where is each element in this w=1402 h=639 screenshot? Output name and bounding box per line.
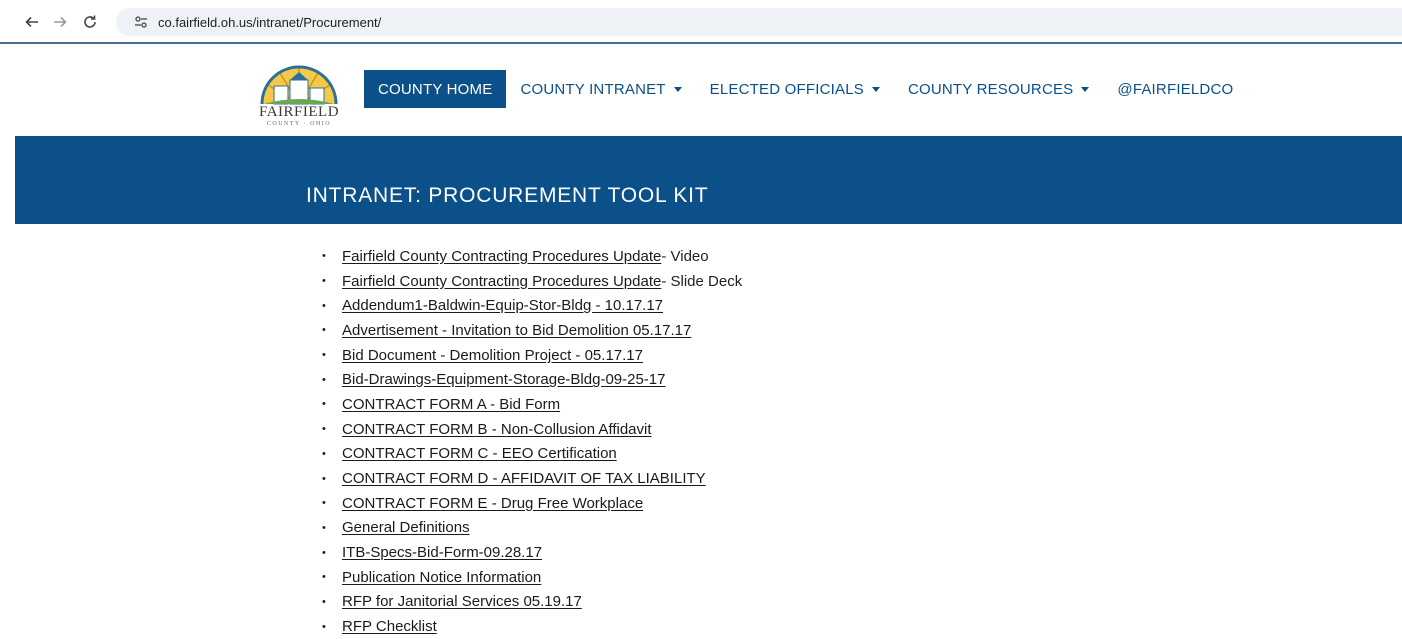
nav-label: COUNTY HOME [378, 80, 493, 98]
document-link[interactable]: Bid-Drawings-Equipment-Storage-Bldg-09-2… [342, 371, 666, 388]
document-link[interactable]: CONTRACT FORM E - Drug Free Workplace [342, 495, 643, 512]
bullet: • [322, 324, 326, 337]
list-item: • CONTRACT FORM E - Drug Free Workplace [322, 491, 742, 516]
list-item: • CONTRACT FORM A - Bid Form [322, 392, 742, 417]
bullet: • [322, 398, 326, 411]
document-link[interactable]: Addendum1-Baldwin-Equip-Stor-Bldg - 10.1… [342, 297, 663, 314]
bullet: • [322, 275, 326, 288]
nav-county-intranet[interactable]: COUNTY INTRANET [506, 70, 695, 108]
document-link[interactable]: CONTRACT FORM D - AFFIDAVIT OF TAX LIABI… [342, 470, 706, 487]
document-link[interactable]: RFP for Janitorial Services 05.19.17 [342, 593, 582, 610]
document-suffix: - Video [661, 247, 709, 265]
back-arrow-icon[interactable] [22, 12, 42, 32]
nav-label: COUNTY INTRANET [520, 80, 666, 98]
bullet: • [322, 447, 326, 460]
document-link[interactable]: RFP Checklist [342, 618, 437, 635]
page-title: INTRANET: PROCUREMENT TOOL KIT [306, 184, 709, 207]
caret-down-icon [673, 86, 682, 92]
caret-down-icon [1081, 86, 1090, 92]
address-bar[interactable]: co.fairfield.oh.us/intranet/Procurement/ [116, 8, 1402, 36]
site-header: FAIRFIELD COUNTY · OHIO COUNTY HOME COUN… [0, 44, 1402, 134]
bullet: • [322, 472, 326, 485]
logo-title: FAIRFIELD [258, 104, 340, 120]
county-logo[interactable]: FAIRFIELD COUNTY · OHIO [254, 54, 344, 130]
list-item: • General Definitions [322, 516, 742, 541]
document-link[interactable]: ITB-Specs-Bid-Form-09.28.17 [342, 544, 542, 561]
document-link[interactable]: CONTRACT FORM C - EEO Certification [342, 445, 617, 462]
list-item: • Addendum1-Baldwin-Equip-Stor-Bldg - 10.… [322, 293, 742, 318]
bullet: • [322, 497, 326, 510]
nav-county-home[interactable]: COUNTY HOME [364, 70, 507, 108]
bullet: • [322, 521, 326, 534]
bullet: • [322, 571, 326, 584]
bullet: • [322, 299, 326, 312]
list-item: • Advertisement - Invitation to Bid Demol… [322, 318, 742, 343]
list-item: • Fairfield County Contracting Procedures… [322, 269, 742, 294]
document-link[interactable]: Fairfield County Contracting Procedures … [342, 248, 661, 265]
logo-emblem-icon [260, 65, 338, 105]
document-link[interactable]: General Definitions [342, 519, 470, 536]
reload-icon[interactable] [80, 12, 100, 32]
document-link[interactable]: Fairfield County Contracting Procedures … [342, 273, 661, 290]
document-link[interactable]: CONTRACT FORM B - Non-Collusion Affidavi… [342, 421, 652, 438]
list-item: • Publication Notice Information [322, 565, 742, 590]
logo-subtitle: COUNTY · OHIO [266, 121, 332, 127]
document-link[interactable]: Bid Document - Demolition Project - 05.1… [342, 347, 643, 364]
document-link[interactable]: Advertisement - Invitation to Bid Demoli… [342, 322, 691, 339]
document-list-container: • Fairfield County Contracting Procedures… [322, 244, 742, 639]
list-item: • CONTRACT FORM D - AFFIDAVIT OF TAX LIAB… [322, 466, 742, 491]
url-text[interactable]: co.fairfield.oh.us/intranet/Procurement/ [158, 15, 381, 30]
caret-down-icon [871, 86, 880, 92]
list-item: • CONTRACT FORM C - EEO Certification [322, 442, 742, 467]
bullet: • [322, 349, 326, 362]
nav-county-resources[interactable]: COUNTY RESOURCES [894, 70, 1103, 108]
browser-toolbar: co.fairfield.oh.us/intranet/Procurement/ [0, 0, 1402, 44]
bullet: • [322, 546, 326, 559]
bullet: • [322, 250, 326, 263]
document-link[interactable]: Publication Notice Information [342, 569, 541, 586]
nav-label: ELECTED OFFICIALS [709, 80, 864, 98]
forward-arrow-icon[interactable] [50, 12, 70, 32]
nav-fairfieldco[interactable]: @FAIRFIELDCO [1103, 70, 1247, 108]
list-item: • Bid-Drawings-Equipment-Storage-Bldg-09-… [322, 367, 742, 392]
document-list: • Fairfield County Contracting Procedures… [322, 244, 742, 639]
bullet: • [322, 595, 326, 608]
page-banner: INTRANET: PROCUREMENT TOOL KIT [15, 136, 1402, 224]
list-item: • Fairfield County Contracting Procedures… [322, 244, 742, 269]
nav-label: COUNTY RESOURCES [907, 80, 1074, 98]
main-navigation: COUNTY HOME COUNTY INTRANET ELECTED OFFI… [364, 70, 1247, 108]
document-suffix: - Slide Deck [661, 272, 743, 290]
list-item: • RFP for Janitorial Services 05.19.17 [322, 590, 742, 615]
nav-elected-officials[interactable]: ELECTED OFFICIALS [696, 70, 894, 108]
list-item: • Bid Document - Demolition Project - 05.… [322, 343, 742, 368]
tune-icon[interactable] [132, 13, 150, 31]
list-item: • CONTRACT FORM B - Non-Collusion Affidav… [322, 417, 742, 442]
nav-label: @FAIRFIELDCO [1117, 80, 1234, 98]
list-item: • ITB-Specs-Bid-Form-09.28.17 [322, 540, 742, 565]
list-item: • RFP Checklist [322, 614, 742, 639]
bullet: • [322, 423, 326, 436]
bullet: • [322, 373, 326, 386]
document-link[interactable]: CONTRACT FORM A - Bid Form [342, 396, 560, 413]
bullet: • [322, 620, 326, 633]
